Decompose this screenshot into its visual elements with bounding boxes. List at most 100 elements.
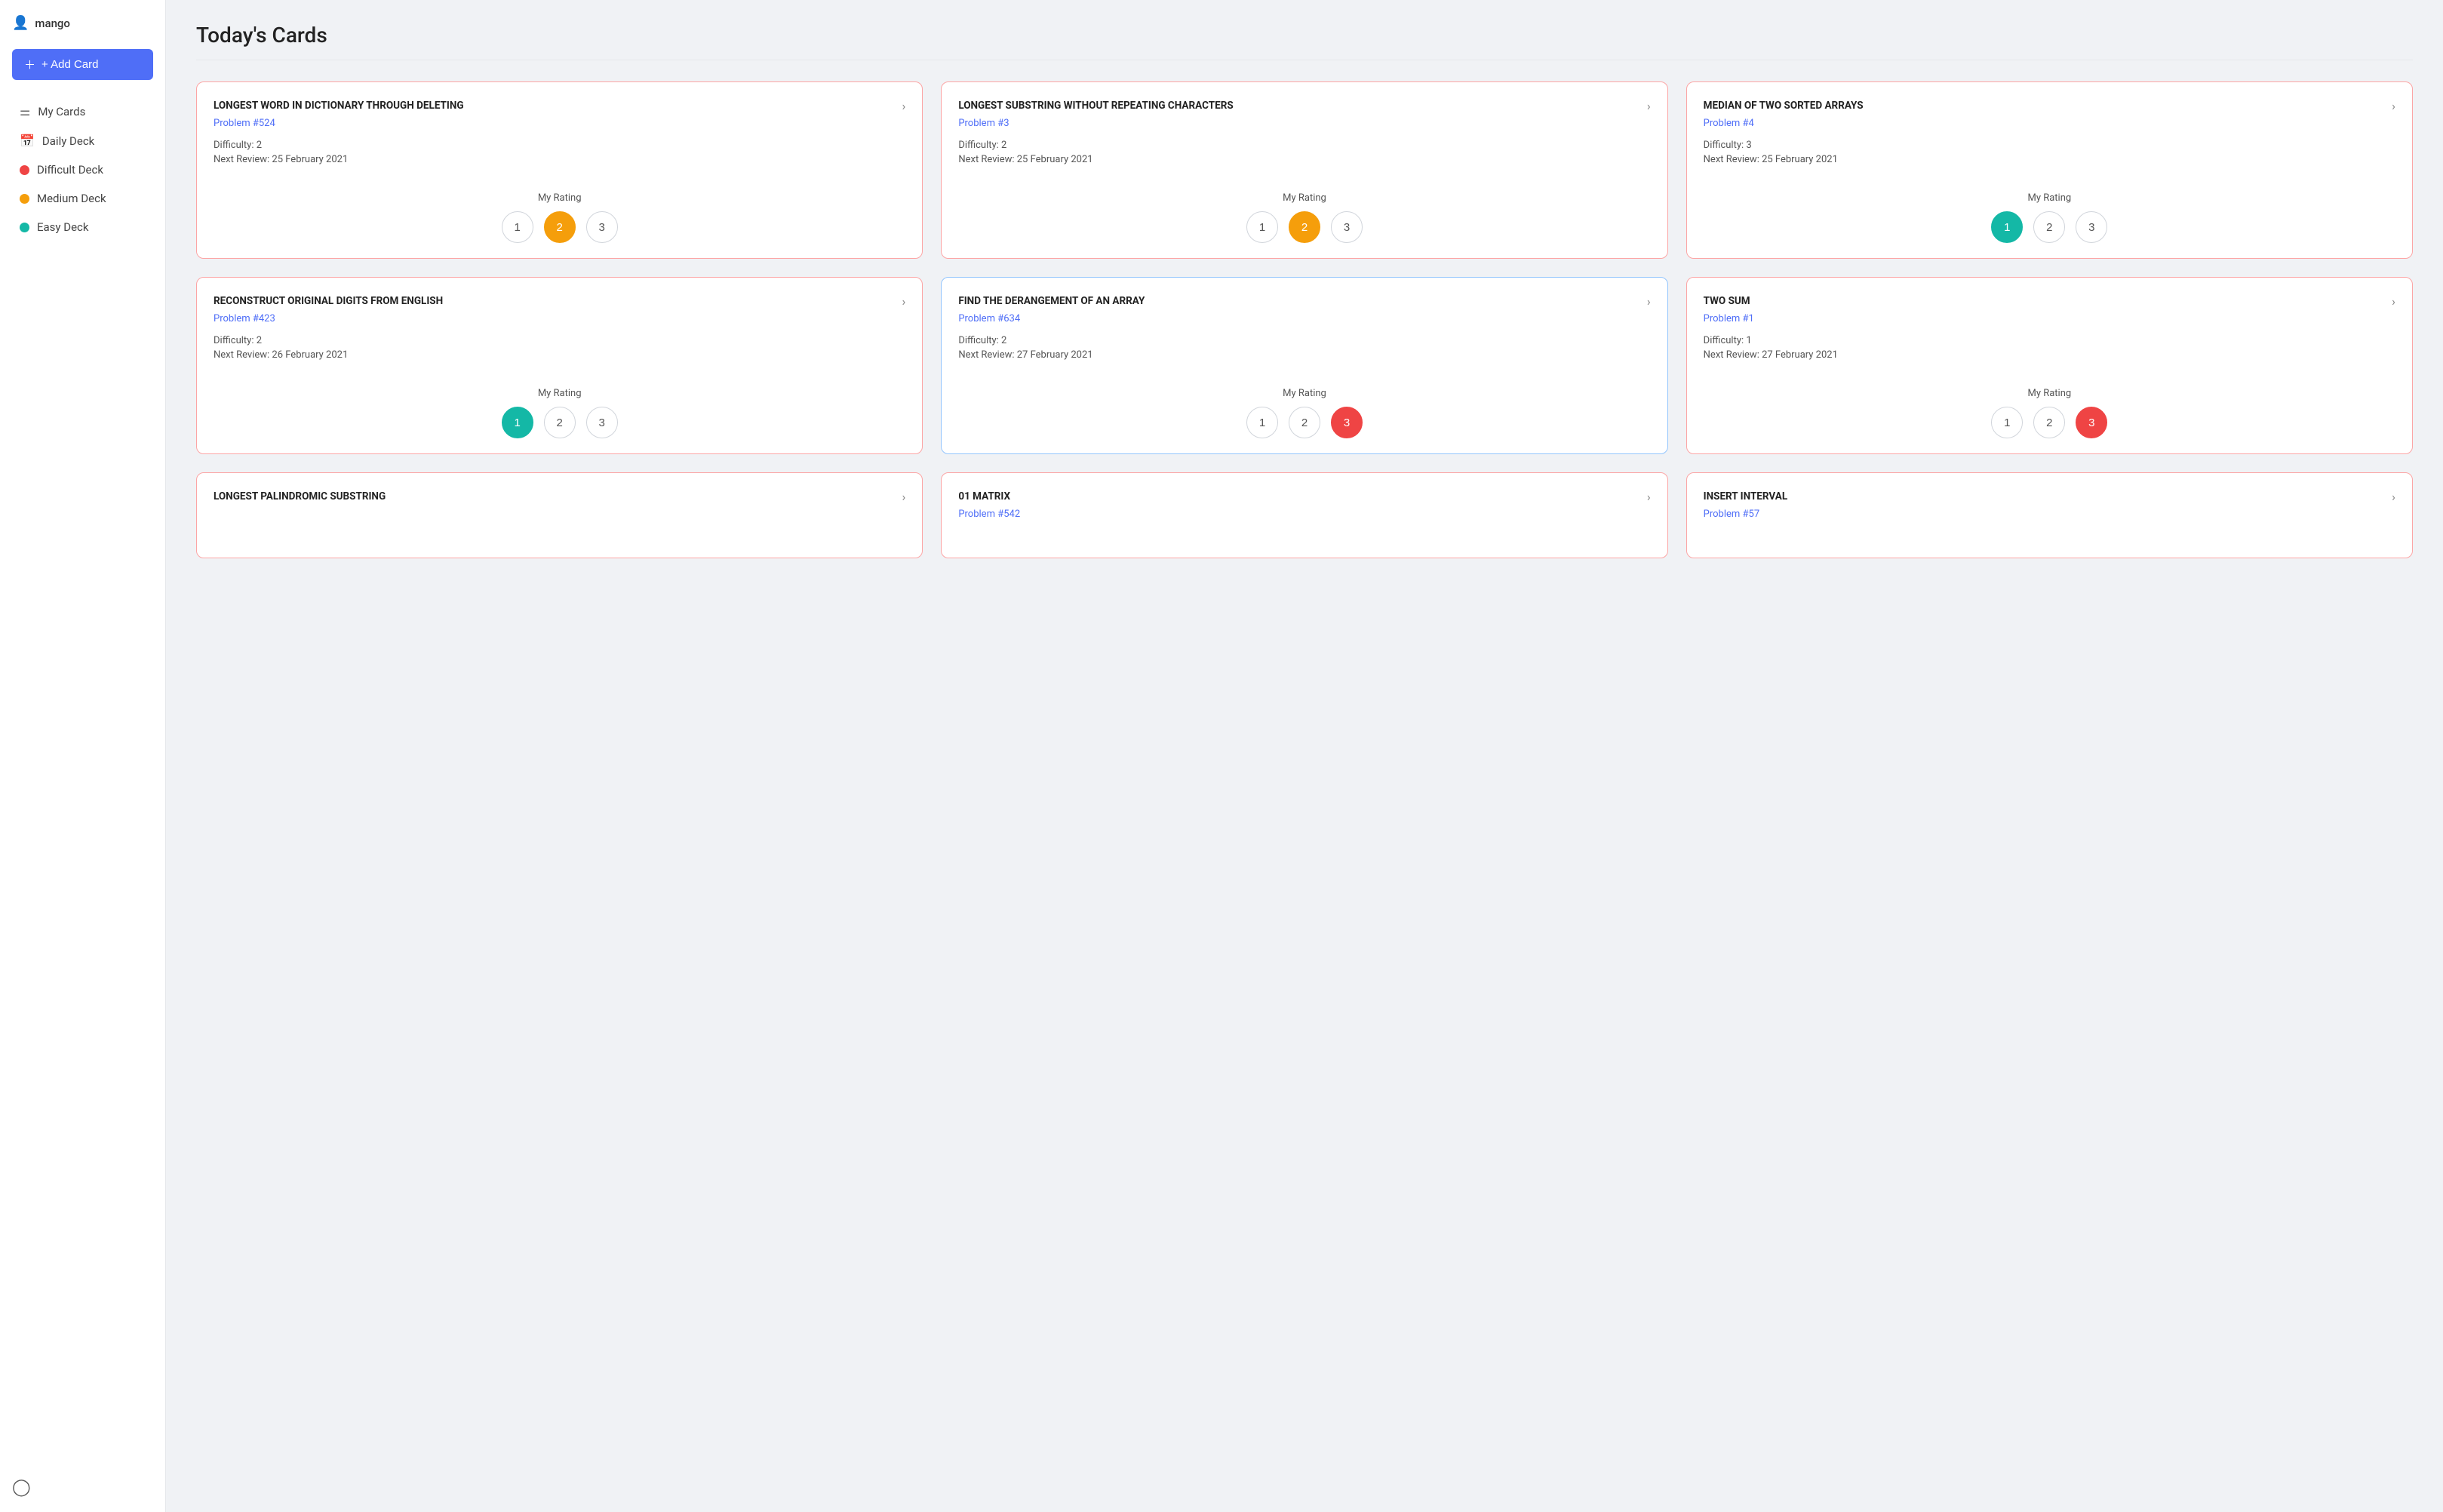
rating-btn-3[interactable]: 3 — [2076, 407, 2107, 438]
rating-label: My Rating — [1283, 388, 1326, 399]
rating-label: My Rating — [538, 192, 582, 204]
sidebar-item-medium-deck[interactable]: Medium Deck — [12, 186, 153, 211]
card-difficulty: Difficulty: 2 — [214, 335, 905, 346]
rating-label: My Rating — [2027, 388, 2071, 399]
card-chevron-icon[interactable]: › — [1647, 294, 1651, 309]
daily-deck-label: Daily Deck — [42, 134, 94, 148]
card-problem[interactable]: Problem #634 — [958, 313, 1650, 324]
rating-section: My Rating 123 — [958, 388, 1650, 438]
card-header: RECONSTRUCT ORIGINAL DIGITS FROM ENGLISH… — [214, 294, 905, 309]
card-item: INSERT INTERVAL › Problem #57 — [1686, 472, 2413, 558]
calendar-icon: 📅 — [20, 134, 35, 148]
rating-section: My Rating 123 — [958, 192, 1650, 243]
card-chevron-icon[interactable]: › — [2392, 99, 2395, 113]
rating-buttons: 123 — [502, 407, 618, 438]
rating-buttons: 123 — [1246, 407, 1363, 438]
rating-btn-2[interactable]: 2 — [1289, 407, 1320, 438]
card-chevron-icon[interactable]: › — [2392, 294, 2395, 309]
rating-btn-2[interactable]: 2 — [2033, 211, 2065, 243]
sidebar-item-easy-deck[interactable]: Easy Deck — [12, 214, 153, 240]
card-item: TWO SUM › Problem #1 Difficulty: 1 Next … — [1686, 277, 2413, 454]
rating-btn-2[interactable]: 2 — [2033, 407, 2065, 438]
medium-deck-label: Medium Deck — [37, 192, 106, 205]
rating-label: My Rating — [538, 388, 582, 399]
card-difficulty: Difficulty: 2 — [958, 335, 1650, 346]
plus-icon: ＋ — [24, 57, 35, 72]
card-next-review: Next Review: 26 February 2021 — [214, 349, 905, 361]
rating-section: My Rating 123 — [214, 192, 905, 243]
card-chevron-icon[interactable]: › — [1647, 490, 1651, 504]
card-problem[interactable]: Problem #1 — [1704, 313, 2395, 324]
rating-btn-1[interactable]: 1 — [1991, 211, 2023, 243]
card-title: LONGEST PALINDROMIC SUBSTRING — [214, 490, 902, 504]
rating-btn-2[interactable]: 2 — [1289, 211, 1320, 243]
card-difficulty: Difficulty: 3 — [1704, 140, 2395, 151]
add-card-button[interactable]: ＋ + Add Card — [12, 49, 153, 80]
card-chevron-icon[interactable]: › — [902, 99, 906, 113]
rating-btn-3[interactable]: 3 — [586, 211, 618, 243]
card-title: LONGEST WORD IN DICTIONARY THROUGH DELET… — [214, 99, 902, 113]
cards-grid: LONGEST WORD IN DICTIONARY THROUGH DELET… — [196, 81, 2413, 558]
username-label: mango — [35, 17, 70, 30]
card-header: LONGEST WORD IN DICTIONARY THROUGH DELET… — [214, 99, 905, 113]
card-title: FIND THE DERANGEMENT OF AN ARRAY — [958, 294, 1647, 309]
card-problem[interactable]: Problem #542 — [958, 509, 1650, 520]
card-next-review: Next Review: 27 February 2021 — [958, 349, 1650, 361]
rating-buttons: 123 — [1991, 407, 2107, 438]
card-title: RECONSTRUCT ORIGINAL DIGITS FROM ENGLISH — [214, 294, 902, 309]
card-item: LONGEST PALINDROMIC SUBSTRING › — [196, 472, 923, 558]
card-problem[interactable]: Problem #4 — [1704, 118, 2395, 129]
card-header: INSERT INTERVAL › — [1704, 490, 2395, 504]
rating-btn-1[interactable]: 1 — [1246, 211, 1278, 243]
card-problem[interactable]: Problem #524 — [214, 118, 905, 129]
easy-deck-label: Easy Deck — [37, 220, 89, 234]
github-icon[interactable]: ◯ — [12, 1478, 31, 1497]
card-chevron-icon[interactable]: › — [902, 490, 906, 504]
rating-buttons: 123 — [1246, 211, 1363, 243]
card-next-review: Next Review: 27 February 2021 — [1704, 349, 2395, 361]
rating-btn-2[interactable]: 2 — [544, 211, 576, 243]
card-title: INSERT INTERVAL — [1704, 490, 2392, 504]
easy-dot — [20, 223, 29, 232]
card-problem[interactable]: Problem #423 — [214, 313, 905, 324]
card-chevron-icon[interactable]: › — [902, 294, 906, 309]
card-problem[interactable]: Problem #3 — [958, 118, 1650, 129]
rating-buttons: 123 — [502, 211, 618, 243]
card-header: 01 MATRIX › — [958, 490, 1650, 504]
rating-btn-1[interactable]: 1 — [1246, 407, 1278, 438]
rating-label: My Rating — [2027, 192, 2071, 204]
rating-btn-3[interactable]: 3 — [586, 407, 618, 438]
rating-label: My Rating — [1283, 192, 1326, 204]
difficult-deck-label: Difficult Deck — [37, 163, 103, 177]
sidebar-item-daily-deck[interactable]: 📅 Daily Deck — [12, 128, 153, 154]
card-title: 01 MATRIX — [958, 490, 1647, 504]
add-card-label: + Add Card — [41, 58, 98, 71]
card-problem[interactable]: Problem #57 — [1704, 509, 2395, 520]
user-section: 👤 mango — [12, 15, 153, 31]
card-header: LONGEST PALINDROMIC SUBSTRING › — [214, 490, 905, 504]
card-next-review: Next Review: 25 February 2021 — [214, 154, 905, 165]
rating-btn-2[interactable]: 2 — [544, 407, 576, 438]
card-item: 01 MATRIX › Problem #542 — [941, 472, 1667, 558]
card-title: LONGEST SUBSTRING WITHOUT REPEATING CHAR… — [958, 99, 1647, 113]
rating-btn-3[interactable]: 3 — [2076, 211, 2107, 243]
card-chevron-icon[interactable]: › — [1647, 99, 1651, 113]
card-difficulty: Difficulty: 2 — [214, 140, 905, 151]
rating-section: My Rating 123 — [1704, 388, 2395, 438]
card-chevron-icon[interactable]: › — [2392, 490, 2395, 504]
rating-btn-3[interactable]: 3 — [1331, 407, 1363, 438]
card-difficulty: Difficulty: 1 — [1704, 335, 2395, 346]
rating-btn-1[interactable]: 1 — [1991, 407, 2023, 438]
difficult-dot — [20, 165, 29, 175]
rating-btn-1[interactable]: 1 — [502, 407, 533, 438]
rating-btn-3[interactable]: 3 — [1331, 211, 1363, 243]
rating-section: My Rating 123 — [1704, 192, 2395, 243]
card-title: TWO SUM — [1704, 294, 2392, 309]
page-title: Today's Cards — [196, 23, 2413, 60]
main-content: Today's Cards LONGEST WORD IN DICTIONARY… — [166, 0, 2443, 1512]
sidebar-item-difficult-deck[interactable]: Difficult Deck — [12, 157, 153, 183]
card-difficulty: Difficulty: 2 — [958, 140, 1650, 151]
sidebar-item-my-cards[interactable]: ⚌ My Cards — [12, 98, 153, 124]
rating-btn-1[interactable]: 1 — [502, 211, 533, 243]
my-cards-label: My Cards — [38, 105, 85, 118]
